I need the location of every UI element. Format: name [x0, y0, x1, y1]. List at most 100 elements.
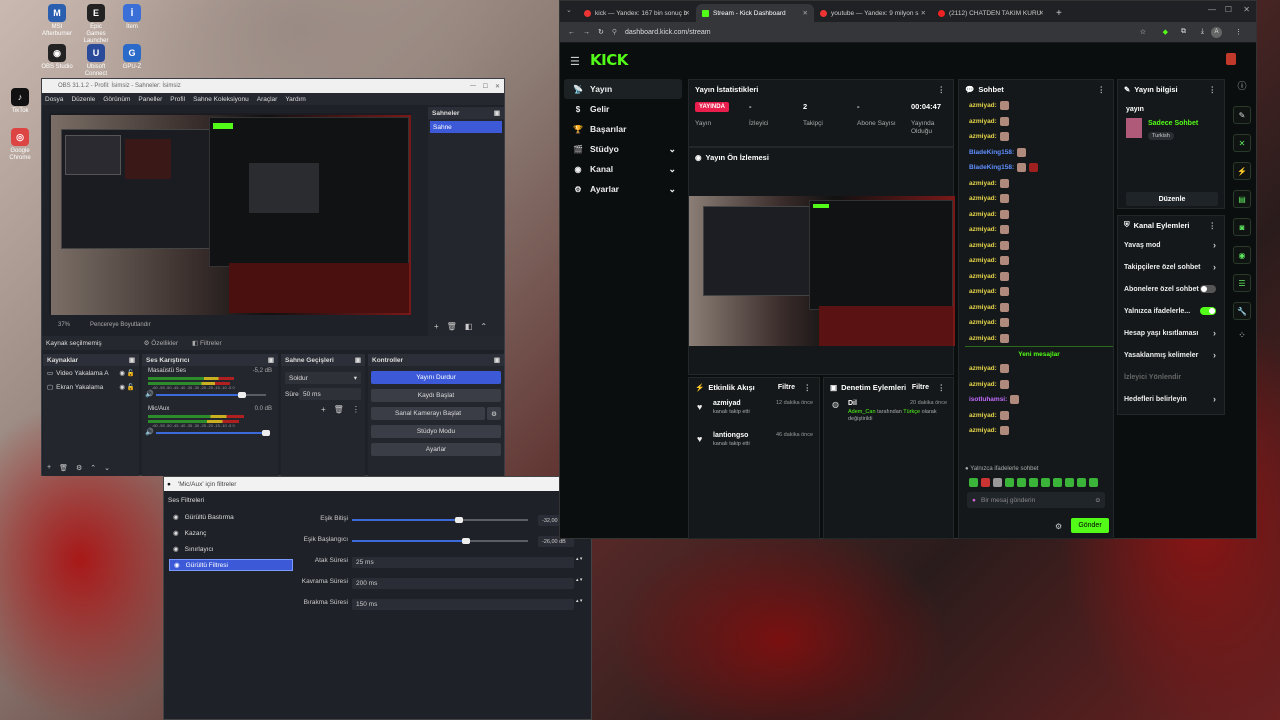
zoom-level[interactable]: 37%	[58, 322, 70, 328]
reload-icon[interactable]: ↻	[598, 28, 604, 36]
wrench-icon[interactable]: 🔧	[1233, 302, 1251, 320]
start-record-button[interactable]: Kaydı Başlat	[371, 389, 501, 402]
filter-item[interactable]: ◉ Gürültü Filtresi	[169, 559, 293, 571]
chat-message[interactable]: BladeKing158:	[969, 145, 1109, 161]
close-tab-icon[interactable]: ✕	[685, 9, 690, 17]
chat-username[interactable]: azmiyad:	[969, 381, 997, 388]
more-icon[interactable]: ⋮	[1098, 85, 1106, 94]
spin-arrows-icon[interactable]: ▴ ▾	[576, 598, 582, 604]
emote-picker-icon[interactable]	[1041, 478, 1050, 487]
chat-message[interactable]: azmiyad:	[969, 222, 1109, 238]
close-icon[interactable]: ✕	[1243, 5, 1250, 14]
maximize-icon[interactable]: ☐	[1225, 5, 1232, 14]
chat-message[interactable]: azmiyad:	[969, 114, 1109, 130]
info-icon[interactable]: ⓘ	[1230, 79, 1254, 92]
category-link[interactable]: Sadece Sohbet	[1148, 120, 1198, 127]
param-knob[interactable]	[455, 517, 463, 523]
emote-picker-icon[interactable]	[1005, 478, 1014, 487]
close-tab-icon[interactable]: ✕	[1039, 9, 1044, 17]
chat-message[interactable]: azmiyad:	[969, 207, 1109, 223]
close-tab-icon[interactable]: ✕	[921, 9, 926, 17]
lightning-icon[interactable]: ⚡	[1233, 162, 1251, 180]
filter-item[interactable]: ◉ Kazanç	[169, 527, 293, 539]
remove-transition-icon[interactable]: 🗑	[334, 405, 344, 414]
chat-message[interactable]: azmiyad:	[969, 176, 1109, 192]
chat-settings-icon[interactable]: ⚙	[1055, 522, 1062, 531]
chat-username[interactable]: azmiyad:	[969, 118, 997, 125]
chat-message[interactable]: azmiyad:	[969, 331, 1109, 347]
chat-message[interactable]: azmiyad:	[969, 361, 1109, 377]
chat-message[interactable]: azmiyad:	[969, 191, 1109, 207]
back-icon[interactable]: ←	[568, 29, 575, 36]
menu-icon[interactable]: ⋮	[1235, 28, 1242, 36]
browser-tab[interactable]: Stream - Kick Dashboard ✕	[696, 4, 814, 22]
emote-picker-icon[interactable]	[1053, 478, 1062, 487]
close-icon[interactable]: ✕	[495, 83, 500, 90]
eye-icon[interactable]: ◉	[119, 369, 125, 377]
properties-button[interactable]: ⚙ Özellikler	[144, 339, 178, 347]
channel-action[interactable]: Yalnızca ifadelerle...	[1118, 300, 1224, 322]
chat-username[interactable]: azmiyad:	[969, 133, 997, 140]
activity-filter-button[interactable]: Filtre	[778, 384, 795, 391]
gear-icon[interactable]: ⚙	[487, 407, 501, 420]
chat-message[interactable]: azmiyad:	[969, 284, 1109, 300]
chat-username[interactable]: BladeKing158:	[969, 149, 1014, 156]
add-scene-icon[interactable]: +	[434, 322, 439, 331]
url-field[interactable]: dashboard.kick.com/stream	[625, 29, 711, 36]
remove-source-icon[interactable]: 🗑	[59, 464, 68, 472]
menu-item[interactable]: Sahne Koleksiyonu	[193, 96, 249, 103]
chat-message[interactable]: azmiyad:	[969, 315, 1109, 331]
menu-item[interactable]: Profil	[170, 96, 185, 103]
chat-message[interactable]: isotluhamsi:	[969, 392, 1109, 408]
nav-item[interactable]: $ Gelir	[564, 99, 682, 119]
chat-username[interactable]: azmiyad:	[969, 211, 997, 218]
toggle-switch[interactable]	[1200, 307, 1216, 315]
add-source-icon[interactable]: +	[47, 464, 51, 472]
downloads-icon[interactable]: ⤓	[1201, 28, 1204, 36]
eye-icon[interactable]: ◉	[173, 529, 179, 537]
clipboard-icon[interactable]: ▤	[1233, 190, 1251, 208]
desktop-icon[interactable]: U Ubisoft Connect	[80, 44, 112, 78]
chat-username[interactable]: azmiyad:	[969, 304, 997, 311]
desktop-icon[interactable]: İ İtem	[116, 4, 148, 31]
minimize-icon[interactable]: —	[1208, 5, 1216, 14]
desktop-icon[interactable]: M MSI Afterburner	[41, 4, 73, 38]
more-icon[interactable]: ⋮	[352, 405, 360, 414]
site-info-icon[interactable]: ⚲	[612, 28, 617, 36]
emote-picker-icon[interactable]	[1077, 478, 1086, 487]
duration-input[interactable]: 50 ms	[299, 388, 361, 400]
channel-action[interactable]: Takipçilere özel sohbet ›	[1118, 256, 1224, 278]
hamburger-icon[interactable]: ☰	[570, 55, 580, 68]
extensions-icon[interactable]: ⧉	[1181, 28, 1186, 36]
menu-item[interactable]: Yardım	[285, 96, 305, 103]
chat-message[interactable]: azmiyad:	[969, 423, 1109, 439]
emote-picker-icon[interactable]	[981, 478, 990, 487]
move-down-icon[interactable]: ⌄	[104, 464, 110, 472]
chat-username[interactable]: azmiyad:	[969, 195, 997, 202]
menu-item[interactable]: Paneller	[138, 96, 162, 103]
param-value-input[interactable]: 25 ms	[352, 557, 574, 568]
menu-item[interactable]: Dosya	[45, 96, 63, 103]
channel-action[interactable]: Abonelere özel sohbet	[1118, 278, 1224, 300]
close-tab-icon[interactable]: ✕	[803, 9, 808, 17]
tab-search-icon[interactable]: ⌄	[566, 6, 572, 14]
forward-icon[interactable]: →	[583, 29, 590, 36]
more-icon[interactable]: ⋮	[1209, 85, 1217, 94]
spin-arrows-icon[interactable]: ▴ ▾	[576, 577, 582, 583]
move-up-icon[interactable]: ⌃	[480, 322, 487, 331]
transition-select[interactable]: Soldur ▾	[285, 372, 361, 384]
user-avatar[interactable]	[1226, 53, 1236, 65]
chat-message[interactable]: azmiyad:	[969, 238, 1109, 254]
desktop-icon[interactable]: ♪ TikTok	[4, 88, 36, 115]
nav-item[interactable]: 📡 Yayın	[564, 79, 682, 99]
toggle-switch[interactable]	[1200, 285, 1216, 293]
bookmark-star-icon[interactable]: ☆	[1140, 28, 1146, 36]
avatar[interactable]: A	[1211, 27, 1222, 38]
chat-message[interactable]: azmiyad:	[969, 377, 1109, 393]
source-settings-icon[interactable]: ⚙	[76, 464, 82, 472]
chat-username[interactable]: azmiyad:	[969, 180, 997, 187]
channel-action[interactable]: Hesap yaşı kısıtlaması ›	[1118, 322, 1224, 344]
eye-icon[interactable]: ◉	[174, 561, 180, 569]
channel-action[interactable]: Yasaklanmış kelimeler ›	[1118, 344, 1224, 366]
menu-item[interactable]: Düzenle	[71, 96, 95, 103]
